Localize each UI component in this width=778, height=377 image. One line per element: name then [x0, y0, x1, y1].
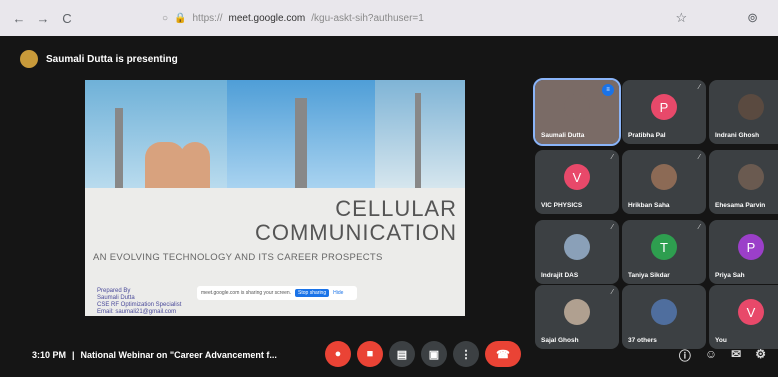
url-prefix: https://	[192, 12, 223, 24]
slide-prepared-by: Prepared By Saumali Dutta CSE RF Optimiz…	[97, 288, 181, 316]
participant-tile[interactable]: ⁄Ehesama Parvin	[709, 150, 778, 214]
participant-name: Taniya Sikdar	[628, 272, 670, 279]
participant-tile[interactable]: ⁄Indrani Ghosh	[709, 80, 778, 144]
mic-off-icon: ⁄	[698, 154, 700, 161]
profile-icon[interactable]: ⊚	[747, 10, 758, 26]
participant-name: Indrani Ghosh	[715, 132, 760, 139]
address-bar[interactable]: ○ 🔒 https:// meet.google.com/kgu-askt-sih…	[162, 13, 424, 24]
participant-name: Hrikban Saha	[628, 202, 670, 209]
end-call-icon[interactable]: ☎	[485, 341, 521, 367]
url-path: /kgu-askt-sih?authuser=1	[311, 12, 424, 24]
participant-tile[interactable]: ⁄ Indrajit DAS	[535, 220, 619, 284]
avatar: P	[651, 94, 677, 120]
avatar	[738, 94, 764, 120]
present-icon[interactable]: ▣	[421, 341, 447, 367]
meeting-title: National Webinar on "Career Advancement …	[80, 350, 277, 360]
presenter-avatar	[20, 50, 38, 68]
participant-tile[interactable]: ≡ Saumali Dutta	[533, 78, 621, 146]
hand-graphic	[180, 142, 210, 188]
participant-tile[interactable]: P⁄Priya Sah	[709, 220, 778, 284]
meeting-controls-bar: 3:10 PM | National Webinar on "Career Ad…	[0, 333, 778, 377]
participant-name: Pratibha Pal	[628, 132, 666, 139]
mic-off-icon[interactable]: ●	[325, 341, 351, 367]
tower-graphic	[115, 108, 123, 188]
slide-photo-tower	[227, 80, 375, 188]
avatar: T	[651, 234, 677, 260]
participant-tile[interactable]: T ⁄ Taniya Sikdar	[622, 220, 706, 284]
mic-off-icon: ⁄	[611, 289, 613, 296]
back-icon[interactable]: ←	[10, 11, 28, 26]
prepared-line: CSE RF Optimization Specialist	[97, 302, 182, 308]
more-icon[interactable]: ⋮	[453, 341, 479, 367]
avatar	[651, 299, 677, 325]
screen-share-notice: meet.google.com is sharing your screen. …	[197, 286, 357, 300]
activities-icon[interactable]: ⚙	[755, 347, 766, 364]
tower-graphic	[415, 93, 421, 188]
forward-icon[interactable]: →	[34, 11, 52, 26]
mic-off-icon: ⁄	[611, 224, 613, 231]
slide-photo-antenna	[375, 80, 465, 188]
url-host: meet.google.com	[228, 12, 306, 24]
participant-name: VIC PHYSICS	[541, 202, 583, 209]
avatar: P	[738, 234, 764, 260]
slide-title-line2: COMMUNICATION	[254, 220, 457, 245]
mic-off-icon: ⁄	[611, 154, 613, 161]
presenting-label: Saumali Dutta is presenting	[46, 53, 178, 65]
chat-icon[interactable]: ✉	[731, 347, 741, 364]
slide-subtitle: AN EVOLVING TECHNOLOGY AND ITS CAREER PR…	[93, 252, 383, 263]
participant-tile[interactable]: P ⁄ Pratibha Pal	[622, 80, 706, 144]
tower-graphic	[295, 98, 307, 188]
separator: |	[72, 350, 75, 360]
avatar	[651, 164, 677, 190]
shared-slide: CELLULAR COMMUNICATION AN EVOLVING TECHN…	[85, 80, 465, 316]
prepared-line: Email: saumali21@gmail.com	[97, 309, 177, 315]
shield-icon: ○	[162, 12, 169, 24]
share-notice-text: meet.google.com is sharing your screen.	[201, 290, 292, 296]
mic-off-icon: ⁄	[698, 224, 700, 231]
speaking-icon: ≡	[602, 84, 614, 96]
avatar	[738, 164, 764, 190]
avatar	[564, 234, 590, 260]
hide-button[interactable]: Hide	[333, 290, 343, 296]
participant-tile[interactable]: ⁄ Hrikban Saha	[622, 150, 706, 214]
participant-tile[interactable]: V ⁄ VIC PHYSICS	[535, 150, 619, 214]
meet-stage: Saumali Dutta is presenting CELLULAR COM…	[0, 36, 778, 377]
stop-sharing-button[interactable]: Stop sharing	[295, 289, 330, 297]
slide-title-line1: CELLULAR	[335, 196, 457, 221]
hand-graphic	[145, 142, 185, 188]
avatar	[564, 94, 590, 120]
browser-toolbar: ← → C ○ 🔒 https:// meet.google.com/kgu-as…	[0, 0, 778, 36]
presenting-banner: Saumali Dutta is presenting	[20, 50, 178, 68]
participant-name: Priya Sah	[715, 272, 745, 279]
avatar	[564, 299, 590, 325]
reload-icon[interactable]: C	[58, 11, 76, 26]
lock-icon: 🔒	[174, 12, 187, 24]
participant-name: Saumali Dutta	[541, 132, 585, 139]
camera-off-icon[interactable]: ■	[357, 341, 383, 367]
participant-name: Indrajit DAS	[541, 272, 579, 279]
info-icon[interactable]: ⓘ	[679, 347, 691, 364]
mic-off-icon: ⁄	[698, 84, 700, 91]
captions-icon[interactable]: ▤	[389, 341, 415, 367]
people-icon[interactable]: ☺	[705, 347, 717, 364]
slide-photo-hand-phone	[85, 80, 227, 188]
avatar: V	[738, 299, 764, 325]
avatar: V	[564, 164, 590, 190]
bookmark-star-icon[interactable]: ☆	[675, 10, 687, 26]
prepared-line: Saumali Dutta	[97, 295, 135, 301]
participant-name: Ehesama Parvin	[715, 202, 766, 209]
meeting-time: 3:10 PM	[32, 350, 67, 360]
prepared-line: Prepared By	[97, 288, 131, 294]
